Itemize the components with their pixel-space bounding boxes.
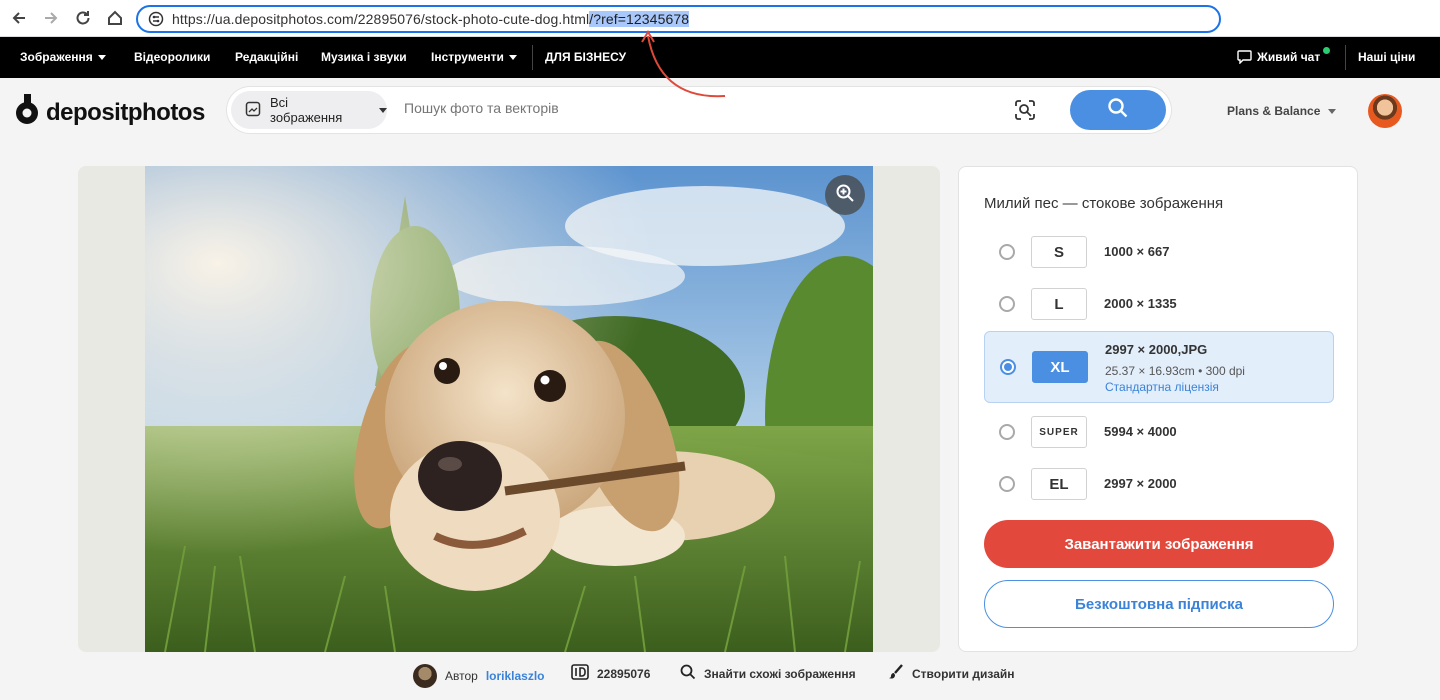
chevron-down-icon [97,54,106,60]
size-code: SUPER [1031,416,1087,448]
chevron-down-icon [379,107,387,113]
author-info: Автор loriklaszlo [413,664,545,688]
size-code: L [1031,288,1087,320]
search-icon [1107,97,1129,124]
nav-images[interactable]: Зображення [20,50,106,64]
author-avatar[interactable] [413,664,437,688]
size-radio-selected[interactable] [1000,359,1016,375]
size-radio[interactable] [999,296,1015,312]
size-dimensions: 2000 × 1335 [1104,296,1177,311]
logo-icon [14,94,40,131]
online-status-dot [1323,47,1331,54]
size-dimensions: 2997 × 2000 [1104,476,1177,491]
back-icon[interactable] [8,7,30,29]
image-id: 22895076 [571,664,650,683]
nav-videos[interactable]: Відеоролики [134,50,210,64]
size-radio[interactable] [999,476,1015,492]
create-design-link[interactable]: Створити дизайн [888,664,1015,683]
size-code: XL [1032,351,1088,383]
brush-icon [888,664,904,683]
size-code: EL [1031,468,1087,500]
nav-music[interactable]: Музика і звуки [321,50,407,64]
chat-icon [1237,50,1252,64]
size-option-s[interactable]: S 1000 × 667 [984,226,1334,278]
free-subscription-button[interactable]: Безкоштовна підписка [984,580,1334,628]
author-link[interactable]: loriklaszlo [486,669,545,683]
id-icon [571,664,589,683]
nav-divider [1345,45,1346,70]
address-bar[interactable]: https://ua.depositphotos.com/22895076/st… [136,5,1221,33]
live-chat-button[interactable]: Живий чат [1237,47,1331,64]
annotation-arrow [641,30,726,98]
image-type-icon [245,101,261,120]
reload-icon[interactable] [72,7,94,29]
forward-icon[interactable] [40,7,62,29]
size-option-xl[interactable]: XL 2997 × 2000,JPG 25.37 × 16.93cm • 300… [984,331,1334,403]
size-code: S [1031,236,1087,268]
download-button[interactable]: Завантажити зображення [984,520,1334,568]
chevron-down-icon [1328,108,1337,114]
size-option-l[interactable]: L 2000 × 1335 [984,278,1334,330]
size-dimensions: 1000 × 667 [1104,244,1170,259]
size-print-details: 25.37 × 16.93cm • 300 dpi [1105,364,1245,378]
size-radio[interactable] [999,244,1015,260]
search-button[interactable] [1070,90,1166,130]
chevron-down-icon [508,54,517,60]
visual-search-icon[interactable] [1013,98,1037,127]
image-preview-panel [78,166,940,652]
url-text: https://ua.depositphotos.com/22895076/st… [172,11,690,27]
size-option-el[interactable]: EL 2997 × 2000 [984,458,1334,510]
logo[interactable]: depositphotos [14,94,205,131]
find-similar-link[interactable]: Знайти схожі зображення [680,664,856,683]
dog-photo[interactable] [145,166,873,652]
purchase-panel: Милий пес — стокове зображення S 1000 × … [958,166,1358,652]
nav-editorial[interactable]: Редакційні [235,50,298,64]
size-dimensions: 2997 × 2000,JPG [1105,342,1208,357]
avatar[interactable] [1368,94,1402,128]
content-type-select[interactable]: Всі зображення [231,91,387,129]
search-icon [680,664,696,683]
license-link[interactable]: Стандартна ліцензія [1105,380,1219,394]
size-option-super[interactable]: SUPER 5994 × 4000 [984,406,1334,458]
image-info-bar: Автор loriklaszlo 22895076 Знайти схожі … [0,660,1440,692]
size-dimensions: 5994 × 4000 [1104,424,1177,439]
nav-tools[interactable]: Інструменти [431,50,517,64]
url-selected-text: /?ref=12345678 [589,11,690,27]
site-info-icon[interactable] [148,11,164,32]
logo-text: depositphotos [46,98,205,126]
search-input[interactable] [404,100,964,116]
nav-prices[interactable]: Наші ціни [1358,50,1415,64]
zoom-in-icon [835,183,855,208]
nav-divider [532,45,533,70]
size-radio[interactable] [999,424,1015,440]
plans-balance-menu[interactable]: Plans & Balance [1227,104,1337,118]
zoom-button[interactable] [825,175,865,215]
image-title: Милий пес — стокове зображення [984,195,1224,212]
home-icon[interactable] [104,7,126,29]
nav-business[interactable]: ДЛЯ БІЗНЕСУ [545,50,626,64]
